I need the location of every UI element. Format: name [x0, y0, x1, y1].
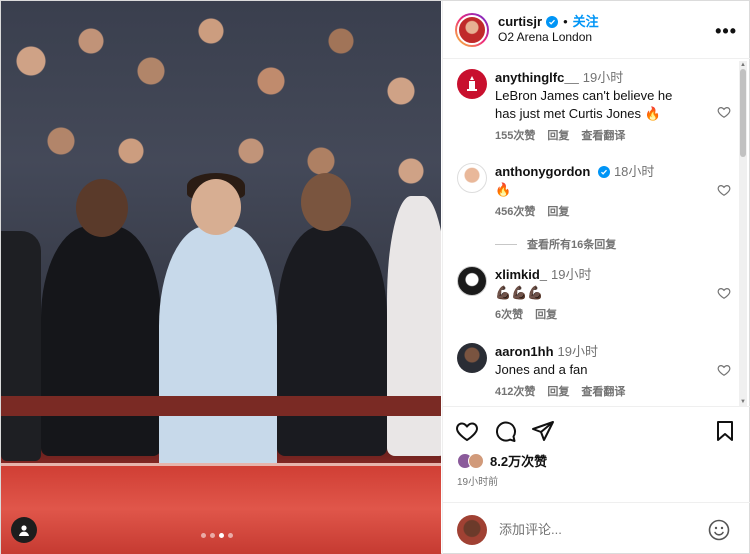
court-floor — [1, 463, 441, 554]
view-replies-label[interactable]: 查看所有16条回复 — [527, 236, 616, 252]
author-username[interactable]: curtisjr — [498, 14, 542, 30]
comment-bubble-icon[interactable] — [493, 419, 517, 443]
like-heart-icon[interactable] — [717, 286, 731, 300]
more-options-icon[interactable]: ••• — [715, 21, 737, 42]
reply-button[interactable]: 回复 — [535, 306, 557, 324]
carousel-dot[interactable] — [201, 533, 206, 538]
commenter-username[interactable]: xlimkid_ — [495, 267, 547, 282]
carousel-dot-active[interactable] — [219, 533, 224, 538]
comment-time[interactable]: 19小时 — [558, 344, 598, 359]
comment-text: Jones and a fan — [495, 362, 588, 377]
like-heart-icon[interactable] — [455, 419, 479, 443]
scrollbar-thumb[interactable] — [740, 69, 746, 157]
commenter-username[interactable]: anthonygordon — [495, 164, 590, 179]
court-line — [1, 463, 441, 466]
person-black-jacket — [41, 226, 161, 456]
like-heart-icon[interactable] — [717, 183, 731, 197]
courtside-bench — [1, 396, 441, 416]
person-black-hoodie — [277, 226, 387, 456]
emoji-picker-icon[interactable] — [707, 518, 731, 542]
commenter-avatar[interactable] — [457, 343, 487, 373]
verified-badge-icon — [546, 16, 559, 28]
likes-summary[interactable]: 8.2万次赞 — [457, 451, 547, 470]
comment-time[interactable]: 19小时 — [551, 267, 591, 282]
likes-count[interactable]: 8.2万次赞 — [490, 451, 547, 470]
carousel-dot[interactable] — [210, 533, 215, 538]
add-comment-input[interactable] — [499, 522, 699, 537]
location-link[interactable]: O2 Arena London — [498, 30, 599, 45]
posted-time[interactable]: 19小时前 — [457, 473, 498, 488]
commenter-avatar[interactable] — [457, 266, 487, 296]
comment-likes[interactable]: 6次赞 — [495, 306, 523, 324]
carousel-dot[interactable] — [228, 533, 233, 538]
person-left-edge — [1, 231, 41, 461]
comments-list[interactable]: anythinglfc__ 19小时 LeBron James can't bel… — [443, 59, 743, 406]
person-head — [301, 173, 351, 231]
author-avatar[interactable] — [455, 12, 489, 47]
person-head — [191, 179, 241, 235]
comment-likes[interactable]: 456次赞 — [495, 203, 535, 221]
comment-text: 💪🏿💪🏿💪🏿 — [495, 285, 544, 300]
comment-text: LeBron James can't believe he has just m… — [495, 88, 673, 121]
person-white-hoodie — [387, 196, 441, 456]
commenter-username[interactable]: anythinglfc__ — [495, 70, 579, 85]
translate-button[interactable]: 查看翻译 — [581, 383, 625, 401]
carousel-dots — [201, 533, 233, 538]
share-send-icon[interactable] — [531, 419, 555, 443]
person-light-blue-suit — [159, 226, 277, 476]
reply-button[interactable]: 回复 — [547, 127, 569, 145]
liker-avatar — [468, 452, 484, 469]
comment-time[interactable]: 19小时 — [583, 70, 623, 85]
commenter-username[interactable]: aaron1hh — [495, 344, 554, 359]
add-comment-row — [443, 502, 750, 554]
instagram-post: curtisjr • 关注 O2 Arena London ••• anythi… — [0, 0, 750, 554]
post-header: curtisjr • 关注 O2 Arena London ••• — [443, 1, 750, 59]
comment-likes[interactable]: 155次赞 — [495, 127, 535, 145]
replies-line — [495, 243, 517, 245]
tagged-users-icon[interactable] — [11, 517, 37, 543]
current-user-avatar — [457, 514, 487, 545]
comment-text: 🔥 — [495, 182, 512, 197]
comments-scrollbar[interactable]: ▲ ▼ — [739, 61, 747, 406]
like-heart-icon[interactable] — [717, 363, 731, 377]
verified-badge-icon — [597, 166, 610, 178]
view-all-replies[interactable]: 查看所有16条回复 — [495, 236, 616, 252]
comment-time[interactable]: 18小时 — [614, 164, 654, 179]
scroll-down-arrow-icon[interactable]: ▼ — [739, 398, 747, 406]
scroll-up-arrow-icon[interactable]: ▲ — [739, 61, 747, 69]
separator-dot: • — [563, 13, 568, 29]
translate-button[interactable]: 查看翻译 — [581, 127, 625, 145]
post-photo[interactable] — [1, 1, 441, 554]
person-head — [76, 179, 128, 237]
commenter-avatar[interactable] — [457, 69, 487, 99]
reply-button[interactable]: 回复 — [547, 383, 569, 401]
post-side-panel: curtisjr • 关注 O2 Arena London ••• anythi… — [442, 1, 750, 554]
bookmark-icon[interactable] — [713, 419, 737, 443]
comment-likes[interactable]: 412次赞 — [495, 383, 535, 401]
reply-button[interactable]: 回复 — [547, 203, 569, 221]
follow-button[interactable]: 关注 — [573, 14, 599, 30]
post-actions: 8.2万次赞 19小时前 — [443, 406, 750, 554]
like-heart-icon[interactable] — [717, 105, 731, 119]
commenter-avatar[interactable] — [457, 163, 487, 193]
